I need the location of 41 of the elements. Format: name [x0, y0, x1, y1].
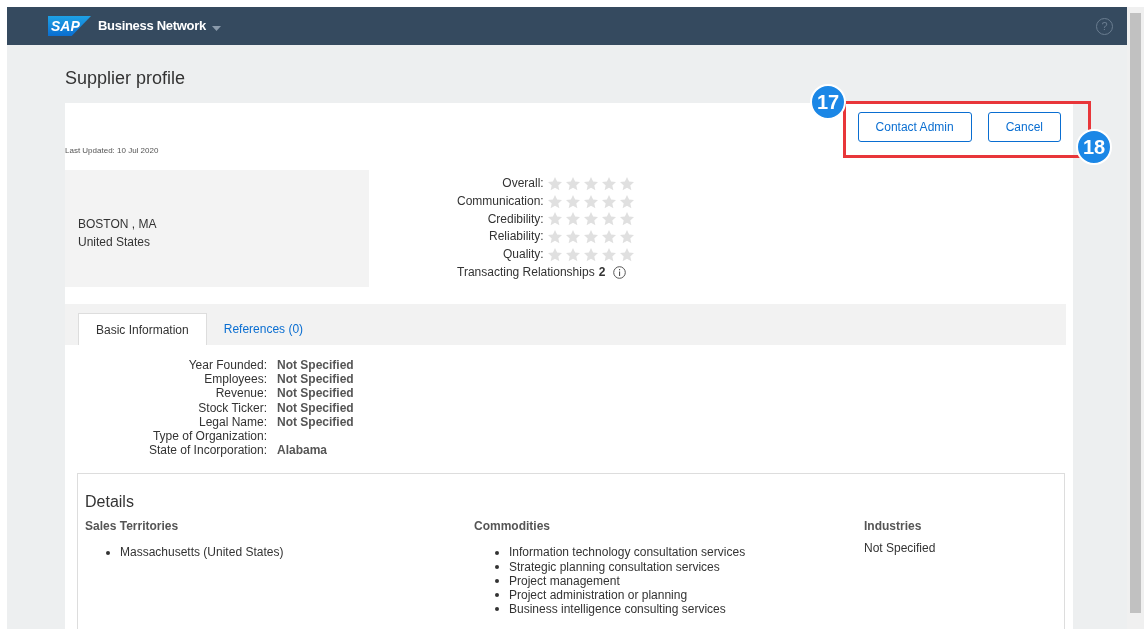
section-title: Details — [85, 492, 135, 513]
list-item: Massachusetts (United States) — [120, 545, 284, 560]
column-heading: Industries — [864, 518, 923, 536]
field-label: State of Incorporation: — [147, 443, 267, 458]
contact-admin-button[interactable]: Contact Admin — [857, 112, 972, 142]
field-value: Not Specified — [277, 400, 355, 415]
relationships-label: Transacting Relationships — [457, 264, 595, 281]
rating-label: Overall: — [502, 175, 544, 192]
column-heading: Sales Territories — [85, 518, 180, 536]
field-label: Employees: — [203, 372, 267, 387]
field-value: Not Specified — [277, 386, 355, 401]
field-value: Not Specified — [277, 372, 355, 387]
list-item: Strategic planning consultation services — [509, 559, 720, 574]
field-value: Not Specified — [277, 358, 355, 373]
rating-label: Quality: — [503, 246, 544, 264]
app-name[interactable]: Business Network — [98, 16, 206, 36]
rating-label: Credibility: — [487, 210, 544, 228]
rating-label: Communication: — [457, 192, 544, 210]
field-value: Not Specified — [277, 414, 355, 429]
address-line: BOSTON , MA — [78, 216, 158, 233]
tab[interactable]: References (0) — [206, 313, 321, 345]
relationships-count: 2 — [598, 264, 606, 281]
cancel-button[interactable]: Cancel — [987, 112, 1061, 142]
address-line: United States — [78, 234, 152, 251]
sap-logo[interactable]: SAP — [48, 16, 91, 36]
rating-label: Reliability: — [489, 228, 544, 246]
field-label: Legal Name: — [197, 414, 267, 429]
last-updated: Last Updated: 10 Jul 2020 — [65, 145, 159, 157]
list-item: Business intelligence consulting services — [509, 602, 726, 617]
list-item: Project management — [509, 573, 620, 589]
column-text: Not Specified — [864, 540, 937, 558]
field-label: Year Founded: — [187, 358, 267, 373]
field-value: Alabama — [277, 443, 329, 458]
page-title: Supplier profile — [65, 67, 187, 89]
tab[interactable]: Basic Information — [78, 313, 207, 345]
field-label: Revenue: — [214, 386, 267, 401]
field-label: Stock Ticker: — [197, 400, 267, 415]
field-label: Type of Organization: — [151, 429, 267, 444]
list-item: Project administration or planning — [509, 588, 688, 603]
column-heading: Commodities — [474, 518, 551, 536]
list-item: Information technology consultation services — [509, 545, 746, 560]
